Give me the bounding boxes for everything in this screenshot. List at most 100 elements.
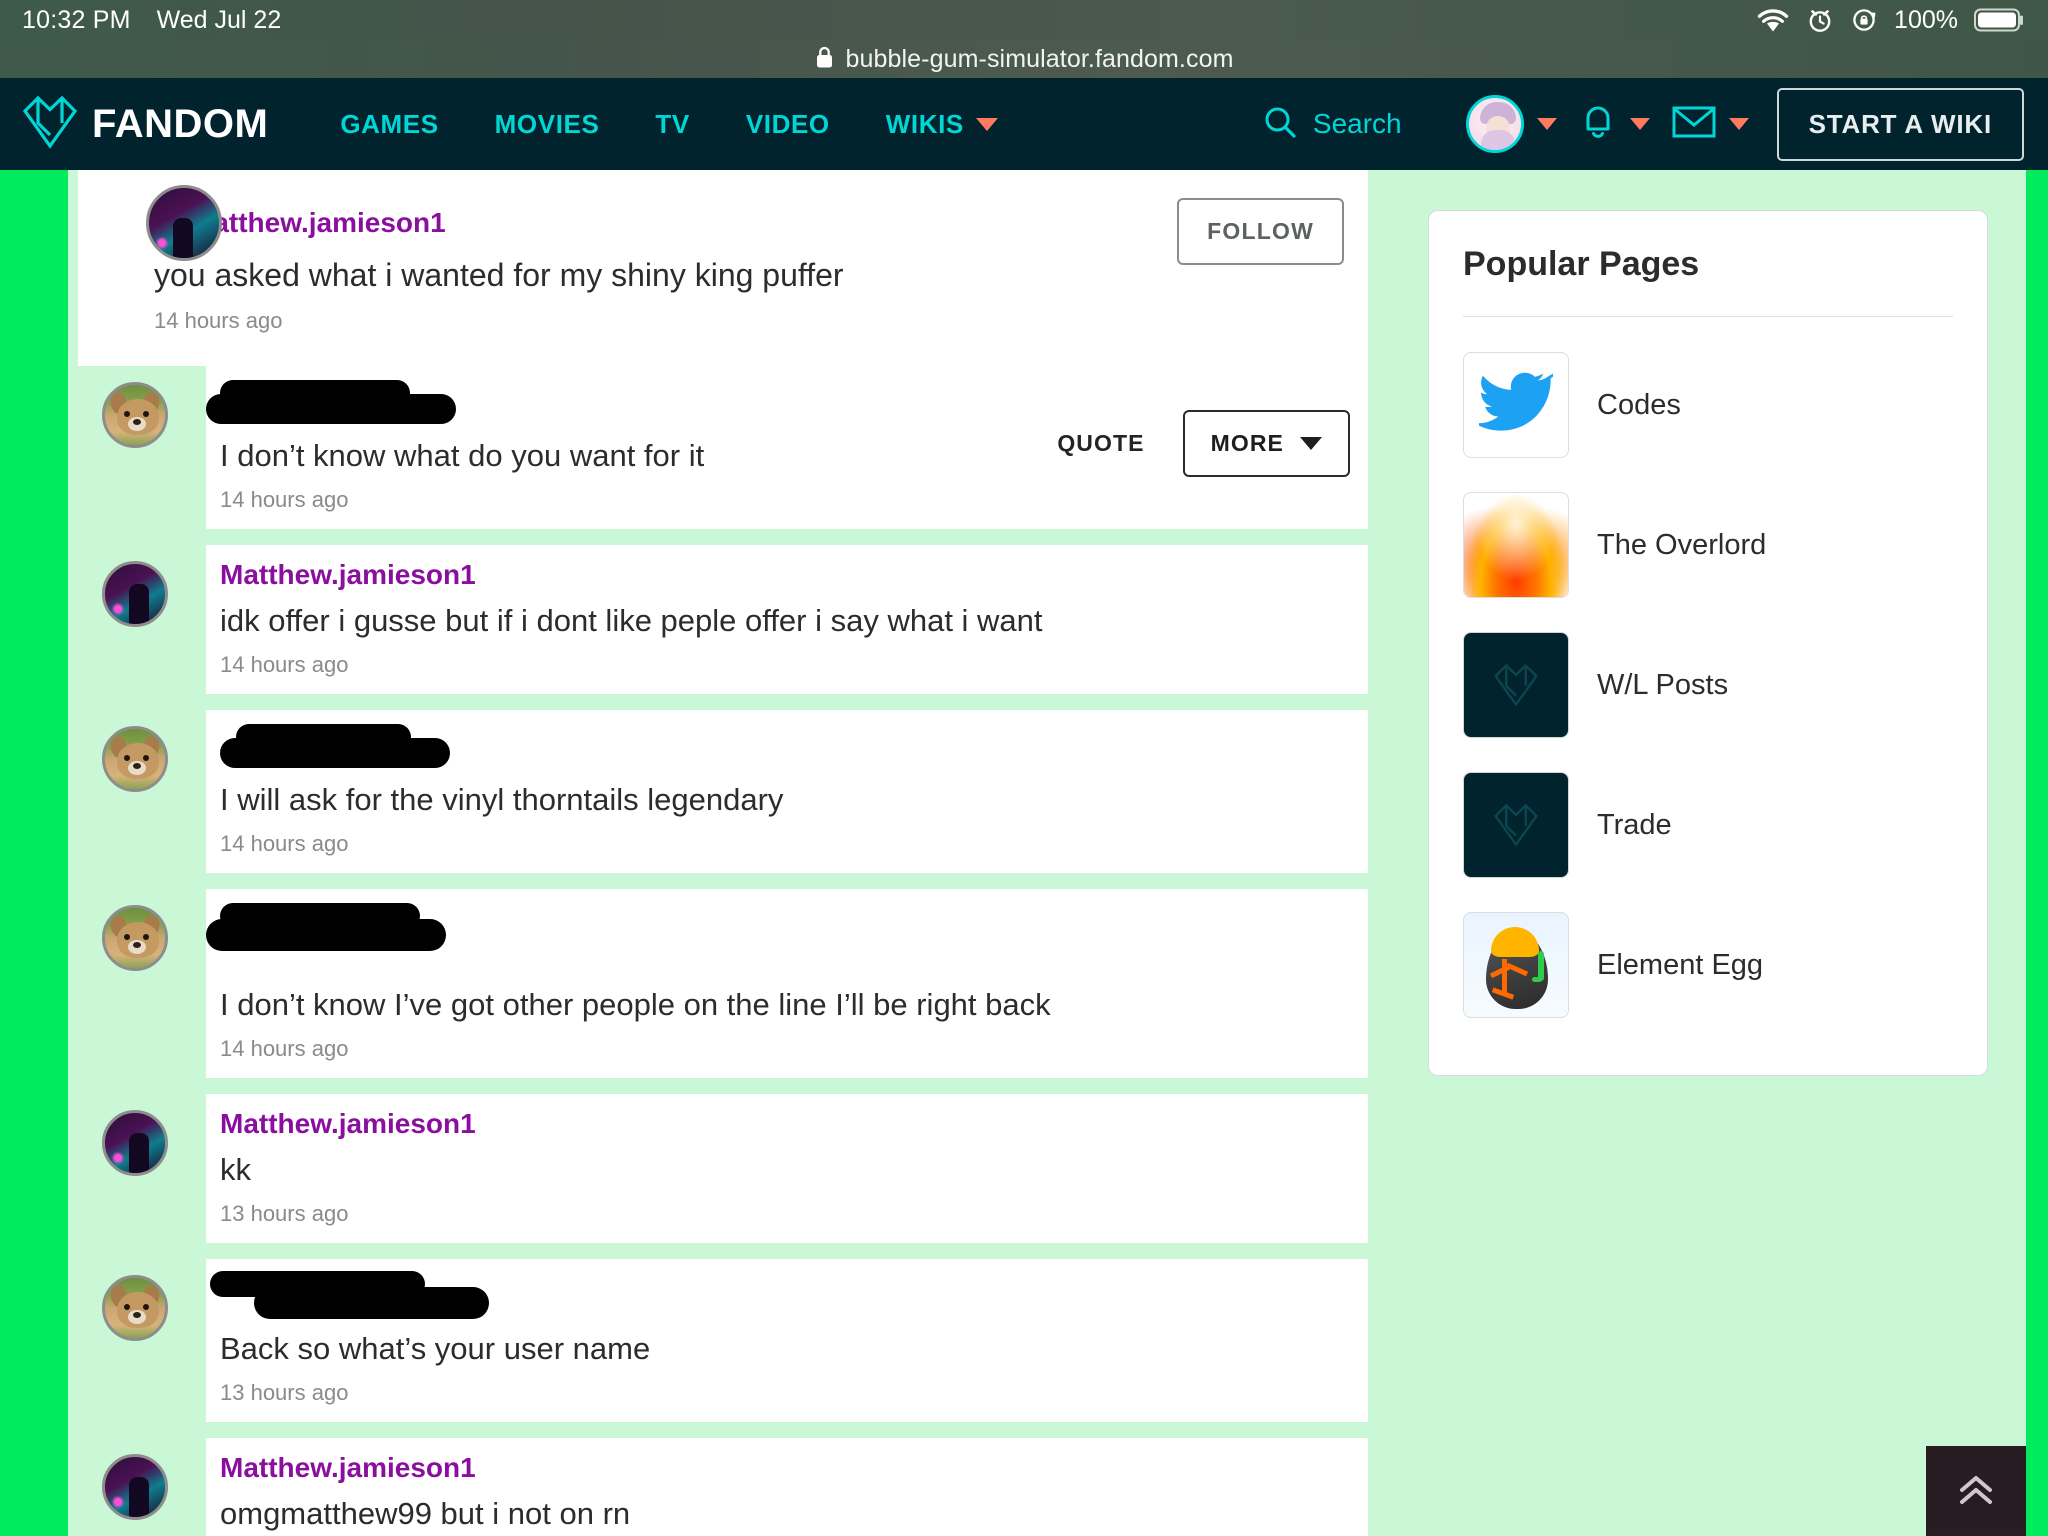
popular-pages-title: Popular Pages: [1463, 245, 1953, 284]
popular-page-label: Element Egg: [1597, 949, 1763, 982]
reply-item: Matthew.jamieson1 omgmatthew99 but i not…: [78, 1438, 1368, 1536]
reply-text: kk: [206, 1140, 1368, 1188]
status-date: Wed Jul 22: [157, 6, 282, 35]
quote-button[interactable]: QUOTE: [1057, 430, 1144, 457]
popular-pages-card: Popular Pages Codes The Overlord W/L Pos…: [1428, 210, 1988, 1076]
reply-author-link[interactable]: Matthew.jamieson1: [206, 1452, 1368, 1484]
reply-item: Matthew.jamieson1 idk offer i gusse but …: [78, 545, 1368, 694]
post-text: you asked what i wanted for my shiny kin…: [78, 239, 1368, 294]
matthew-avatar[interactable]: [102, 561, 168, 627]
twitter-bird-icon: [1463, 352, 1569, 458]
reply-divider: [78, 1422, 1368, 1438]
fandom-heart-logo-icon: [22, 95, 78, 154]
nav-link-games[interactable]: GAMES: [312, 109, 466, 140]
nav-link-video[interactable]: VIDEO: [718, 109, 858, 140]
reply-avatar-col: [78, 545, 206, 694]
reply-avatar-col: [78, 366, 206, 529]
nav-right-cluster: Search START A WIKI: [1263, 88, 2024, 161]
nav-link-tv[interactable]: TV: [627, 109, 717, 140]
chevron-down-icon: [976, 118, 998, 131]
redacted-username: [206, 1273, 1368, 1319]
more-button[interactable]: MORE: [1183, 410, 1350, 477]
reply-item: Matthew.jamieson1 kk 13 hours ago: [78, 1094, 1368, 1243]
nav-link-movies[interactable]: MOVIES: [467, 109, 628, 140]
reply-item: I don’t know I’ve got other people on th…: [78, 889, 1368, 1078]
popular-page-label: W/L Posts: [1597, 669, 1728, 702]
matthew-avatar[interactable]: [102, 1110, 168, 1176]
reply-timestamp: 13 hours ago: [206, 1367, 1368, 1406]
post-timestamp: 14 hours ago: [78, 294, 1368, 334]
discussion-thread: Matthew.jamieson1 you asked what i wante…: [78, 170, 1368, 1536]
divider: [1463, 316, 1953, 317]
reply-avatar-col: [78, 1438, 206, 1536]
popular-page-item-element-egg[interactable]: Element Egg: [1463, 895, 1953, 1035]
url-text: bubble-gum-simulator.fandom.com: [846, 45, 1234, 74]
fandom-heart-placeholder-icon: [1463, 632, 1569, 738]
element-egg-image: [1463, 912, 1569, 1018]
user-menu[interactable]: [1466, 95, 1557, 153]
reply-timestamp: 14 hours ago: [206, 639, 1368, 678]
reply-item: Back so what’s your user name 13 hours a…: [78, 1259, 1368, 1422]
popular-page-item-wl-posts[interactable]: W/L Posts: [1463, 615, 1953, 755]
scroll-to-top-button[interactable]: [1926, 1446, 2026, 1536]
reply-divider: [78, 529, 1368, 545]
messages-envelope-icon[interactable]: [1672, 104, 1716, 145]
reply-avatar-col: [78, 710, 206, 873]
popular-page-item-the-overlord[interactable]: The Overlord: [1463, 475, 1953, 615]
post-author-link[interactable]: Matthew.jamieson1: [190, 207, 446, 239]
reply-avatar-col: [78, 889, 206, 1078]
dog-avatar[interactable]: [102, 726, 168, 792]
fandom-logo[interactable]: FANDOM: [22, 95, 268, 154]
reply-author-link[interactable]: Matthew.jamieson1: [206, 1108, 1368, 1140]
redacted-username: [206, 903, 1368, 975]
dog-avatar[interactable]: [102, 382, 168, 448]
reply-timestamp: 14 hours ago: [206, 818, 1368, 857]
popular-page-item-trade[interactable]: Trade: [1463, 755, 1953, 895]
follow-button[interactable]: FOLLOW: [1177, 198, 1344, 265]
nav-links: GAMES MOVIES TV VIDEO WIKIS: [312, 109, 1026, 140]
reply-text: idk offer i gusse but if i dont like pep…: [206, 591, 1368, 639]
matthew-avatar[interactable]: [146, 185, 222, 261]
nav-link-wikis-label: WIKIS: [886, 109, 964, 140]
reply-list: I don’t know what do you want for it 14 …: [78, 366, 1368, 1536]
reply-divider: [78, 1243, 1368, 1259]
fandom-wordmark: FANDOM: [92, 102, 268, 147]
chevron-down-icon[interactable]: [1537, 118, 1557, 130]
popular-page-label: Codes: [1597, 389, 1681, 422]
user-avatar[interactable]: [1466, 95, 1524, 153]
popular-page-item-codes[interactable]: Codes: [1463, 335, 1953, 475]
battery-percent-label: 100%: [1894, 6, 1958, 35]
reply-timestamp: 13 hours ago: [206, 1188, 1368, 1227]
reply-avatar-col: [78, 1094, 206, 1243]
ios-status-bar: 10:32 PM Wed Jul 22 100%: [0, 0, 2048, 40]
right-green-edge: [2026, 170, 2048, 1536]
search-button[interactable]: Search: [1263, 105, 1402, 144]
reply-timestamp: 14 hours ago: [206, 1023, 1368, 1062]
left-green-edge: [0, 170, 68, 1536]
reply-timestamp: 14 hours ago: [206, 474, 1368, 513]
dog-avatar[interactable]: [102, 905, 168, 971]
reply-text: I don’t know I’ve got other people on th…: [206, 975, 1368, 1023]
more-button-label: MORE: [1211, 430, 1284, 457]
popular-page-label: The Overlord: [1597, 529, 1766, 562]
messages-menu[interactable]: [1672, 104, 1749, 145]
browser-url-bar[interactable]: bubble-gum-simulator.fandom.com: [0, 40, 2048, 78]
notifications-bell-icon[interactable]: [1579, 101, 1617, 148]
chevron-down-icon[interactable]: [1630, 118, 1650, 130]
notifications-menu[interactable]: [1579, 101, 1650, 148]
chevron-down-icon[interactable]: [1729, 118, 1749, 130]
start-a-wiki-button[interactable]: START A WIKI: [1777, 88, 2024, 161]
lock-icon: [815, 45, 834, 74]
matthew-avatar[interactable]: [102, 1454, 168, 1520]
rotation-lock-icon: [1850, 6, 1878, 34]
dog-avatar[interactable]: [102, 1275, 168, 1341]
reply-text: I will ask for the vinyl thorntails lege…: [206, 770, 1368, 818]
fandom-heart-placeholder-icon: [1463, 772, 1569, 878]
reply-author-link[interactable]: Matthew.jamieson1: [206, 559, 1368, 591]
fire-explosion-image: [1463, 492, 1569, 598]
nav-link-wikis[interactable]: WIKIS: [858, 109, 1026, 140]
reply-divider: [78, 1078, 1368, 1094]
reply-text: omgmatthew99 but i not on rn: [206, 1484, 1368, 1532]
double-chevron-up-icon: [1954, 1469, 1998, 1514]
search-label: Search: [1313, 108, 1402, 140]
